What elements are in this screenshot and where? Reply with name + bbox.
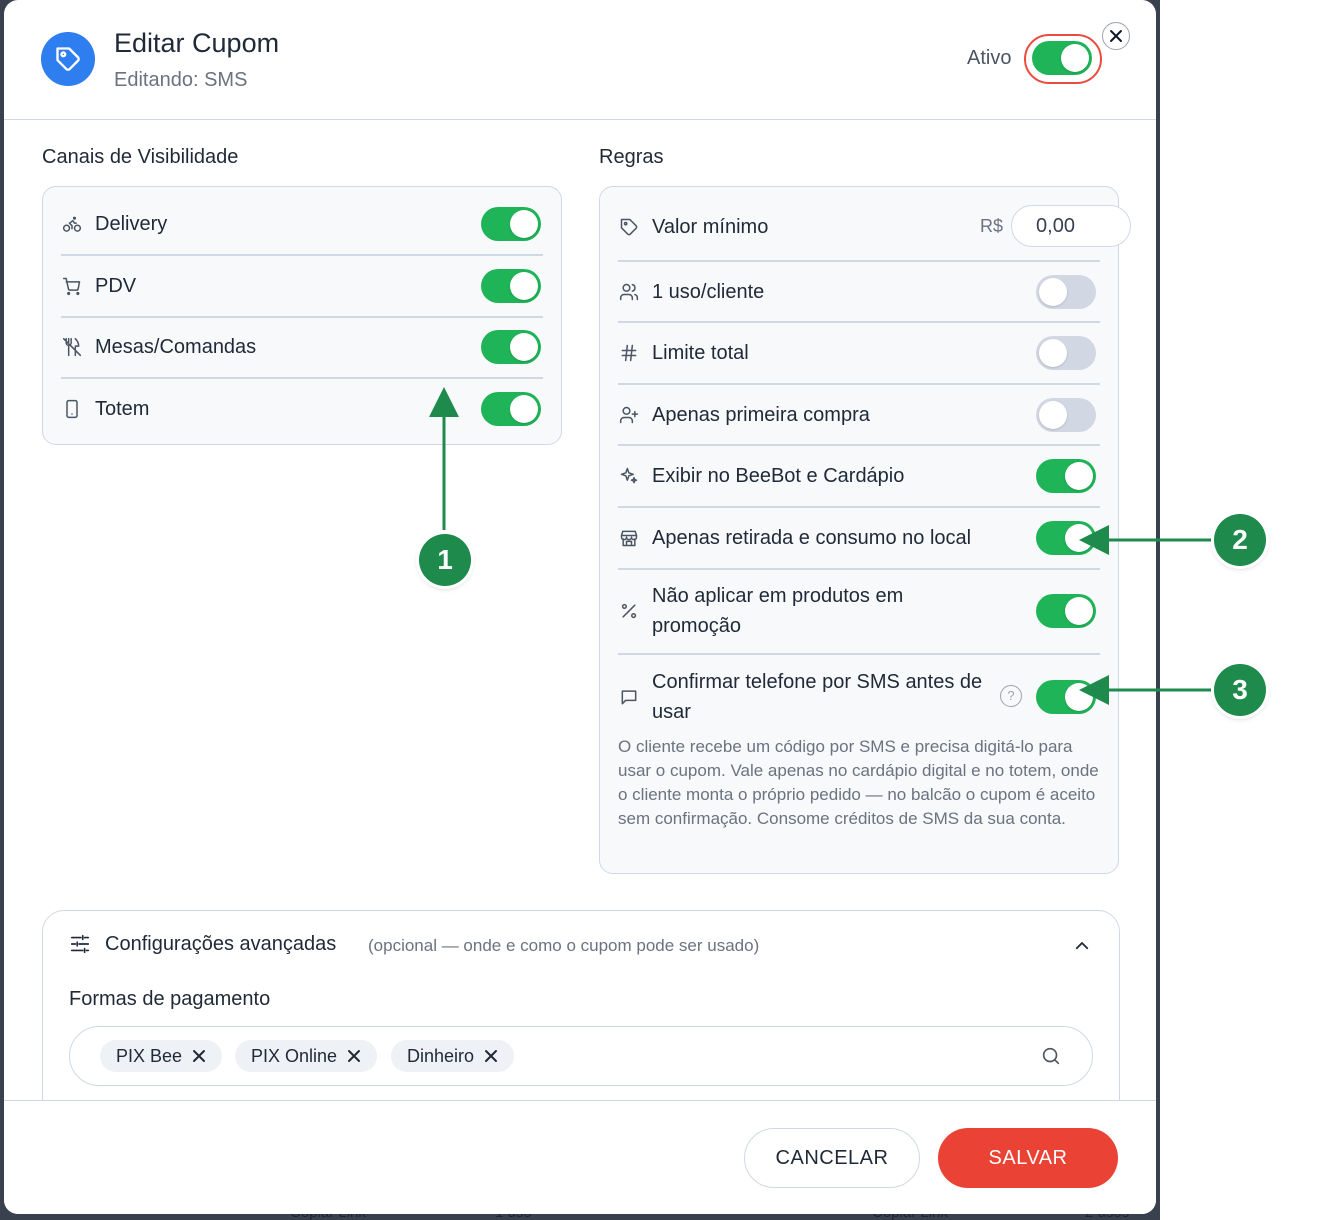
sparkles-icon <box>618 465 640 487</box>
channel-row-totem: Totem <box>61 394 543 424</box>
divider <box>618 260 1100 262</box>
remove-chip-icon[interactable] <box>347 1049 361 1063</box>
rule-row-sms-confirm: Confirmar telefone por SMS antes de usar <box>618 667 1100 727</box>
rule-row-pickup-only: Apenas retirada e consumo no local <box>618 523 1100 553</box>
edit-coupon-modal: Editar Cupom Editando: SMS Ativo Canais … <box>4 0 1156 1214</box>
close-icon <box>1110 30 1122 42</box>
rule-label: Valor mínimo <box>652 216 769 238</box>
sliders-icon <box>69 933 91 960</box>
modal-header: Editar Cupom Editando: SMS Ativo <box>4 0 1156 120</box>
payment-chip-label: Dinheiro <box>407 1045 475 1066</box>
rule-label: Exibir no BeeBot e Cardápio <box>652 465 905 487</box>
store-icon <box>618 527 640 549</box>
active-toggle[interactable] <box>1032 41 1092 75</box>
toggle-sms-confirm[interactable] <box>1036 680 1096 714</box>
divider <box>61 316 543 318</box>
hash-icon <box>618 342 640 364</box>
rule-row-no-promo: Não aplicar em produtos em promoção <box>618 581 1100 641</box>
channel-row-delivery: Delivery <box>61 209 543 239</box>
toggle-delivery[interactable] <box>481 207 541 241</box>
rule-label: 1 uso/cliente <box>652 281 765 303</box>
rule-row-total-limit: Limite total <box>618 338 1100 368</box>
toggle-no-promo[interactable] <box>1036 594 1096 628</box>
cancel-button[interactable]: CANCELAR <box>744 1128 920 1188</box>
chevron-up-icon[interactable] <box>1073 937 1091 960</box>
close-button[interactable] <box>1102 22 1130 50</box>
rule-row-one-use: 1 uso/cliente <box>618 277 1100 307</box>
rule-label: Limite total <box>652 342 749 364</box>
divider <box>618 444 1100 446</box>
divider <box>61 377 543 379</box>
channel-row-pdv: PDV <box>61 271 543 301</box>
percent-icon <box>618 600 640 622</box>
annotation-badge-1: 1 <box>419 534 471 586</box>
channel-label: Mesas/Comandas <box>95 336 257 358</box>
toggle-one-use-per-client[interactable] <box>1036 275 1096 309</box>
rule-row-show-beebot: Exibir no BeeBot e Cardápio <box>618 461 1100 491</box>
tag-icon <box>618 216 640 238</box>
payment-chip-label: PIX Online <box>251 1045 338 1066</box>
rules-section-title: Regras <box>599 146 664 168</box>
channel-row-mesas: Mesas/Comandas <box>61 332 543 362</box>
toggle-total-limit[interactable] <box>1036 336 1096 370</box>
modal-subtitle: Editando: SMS <box>114 69 248 91</box>
toggle-pickup-only[interactable] <box>1036 521 1096 555</box>
channel-label: PDV <box>95 275 137 297</box>
divider <box>618 653 1100 655</box>
toggle-first-purchase[interactable] <box>1036 398 1096 432</box>
tablet-icon <box>61 398 83 420</box>
bike-icon <box>61 213 83 235</box>
min-value-field: R$ 0,00 <box>980 205 1132 247</box>
currency-label: R$ <box>980 215 1004 236</box>
payment-methods-select[interactable]: PIX Bee PIX Online Dinheiro <box>69 1026 1093 1086</box>
tag-icon <box>41 32 95 86</box>
toggle-mesas[interactable] <box>481 330 541 364</box>
users-icon <box>618 281 640 303</box>
divider <box>618 321 1100 323</box>
divider <box>618 568 1100 570</box>
modal-title: Editar Cupom <box>114 28 280 58</box>
divider <box>618 383 1100 385</box>
remove-chip-icon[interactable] <box>192 1049 206 1063</box>
channel-label: Delivery <box>95 213 168 235</box>
save-button[interactable]: SALVAR <box>938 1128 1118 1188</box>
rule-label: Apenas retirada e consumo no local <box>652 527 972 549</box>
active-toggle-highlight <box>1024 34 1102 84</box>
sms-description: O cliente recebe um código por SMS e pre… <box>618 737 1099 828</box>
payment-chip: PIX Bee <box>100 1040 223 1072</box>
message-icon <box>618 686 640 708</box>
payment-chip-label: PIX Bee <box>116 1045 183 1066</box>
utensils-off-icon <box>61 336 83 358</box>
visibility-card: Delivery PDV Mesas/Comandas Totem <box>42 186 562 445</box>
rule-label: Não aplicar em produtos em promoção <box>652 585 904 637</box>
modal-footer: CANCELAR SALVAR <box>4 1100 1156 1214</box>
cart-icon <box>61 275 83 297</box>
search-icon[interactable] <box>1040 1045 1062 1072</box>
toggle-totem[interactable] <box>481 392 541 426</box>
rule-label: Confirmar telefone por SMS antes de usar <box>652 671 983 723</box>
active-label: Ativo <box>967 47 1012 69</box>
payment-chip: PIX Online <box>235 1040 378 1072</box>
help-icon[interactable]: ? <box>1000 685 1022 707</box>
visibility-section-title: Canais de Visibilidade <box>42 146 239 168</box>
advanced-settings-subtitle: (opcional — onde e como o cupom pode ser… <box>368 936 760 955</box>
payment-methods-label: Formas de pagamento <box>69 988 271 1010</box>
payment-chip: Dinheiro <box>391 1040 515 1072</box>
annotation-badge-2: 2 <box>1214 514 1266 566</box>
min-value-input[interactable]: 0,00 <box>1011 205 1132 247</box>
rules-card: Valor mínimo R$ 0,00 1 uso/cliente Limit… <box>599 186 1132 874</box>
divider <box>61 254 543 256</box>
advanced-settings-title[interactable]: Configurações avançadas <box>105 933 336 956</box>
rule-label: Apenas primeira compra <box>652 404 870 426</box>
annotation-badge-3: 3 <box>1214 664 1266 716</box>
toggle-pdv[interactable] <box>481 269 541 303</box>
channel-label: Totem <box>95 398 150 420</box>
user-plus-icon <box>618 404 640 426</box>
divider <box>618 506 1100 508</box>
rule-row-first-purchase: Apenas primeira compra <box>618 400 1100 430</box>
remove-chip-icon[interactable] <box>484 1049 498 1063</box>
toggle-show-beebot[interactable] <box>1036 459 1096 493</box>
